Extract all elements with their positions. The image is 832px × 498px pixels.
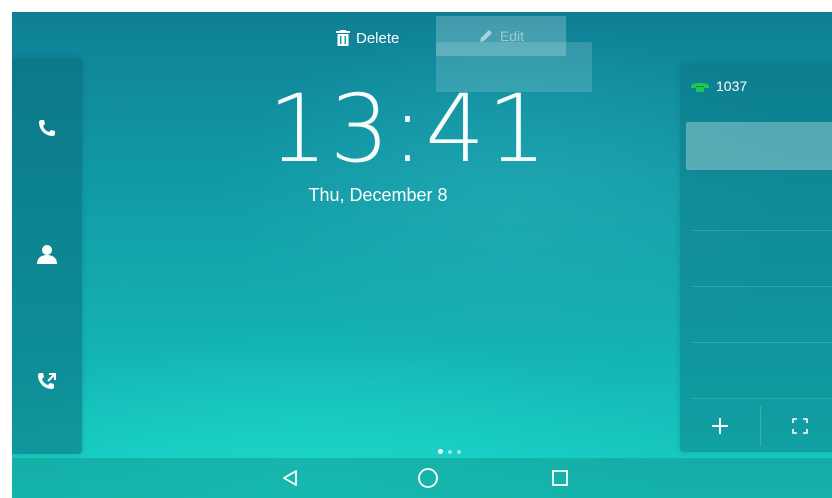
- recents-icon: [552, 470, 568, 486]
- page-dot[interactable]: [457, 449, 461, 454]
- widget-edit-menu: Delete Edit: [332, 16, 566, 56]
- edit-label: Edit: [499, 28, 525, 44]
- trash-icon: [336, 30, 350, 46]
- home-screen: Delete Edit 13:41 Thu, December 8 1037: [12, 12, 832, 498]
- call-history-shortcut-button[interactable]: [12, 352, 82, 412]
- contact-icon: [37, 245, 57, 264]
- fullscreen-icon: [792, 418, 808, 434]
- divider: [692, 286, 832, 287]
- divider: [692, 342, 832, 343]
- phone-handset-icon: [691, 83, 709, 92]
- back-button[interactable]: [260, 458, 320, 498]
- delete-label: Delete: [356, 29, 400, 47]
- panel-actions: [680, 400, 832, 452]
- clock-date: Thu, December 8: [308, 185, 448, 205]
- directory-shortcut-button[interactable]: [12, 224, 82, 284]
- pencil-icon: [479, 30, 492, 42]
- navigation-bar: [12, 458, 832, 498]
- expand-button[interactable]: [760, 400, 832, 452]
- add-line-key-button[interactable]: [680, 400, 760, 452]
- page-dot-active[interactable]: [438, 449, 443, 454]
- clock-time: 13:41: [268, 75, 549, 184]
- phone-shortcut-button[interactable]: [12, 98, 82, 158]
- empty-line-key[interactable]: [686, 122, 832, 170]
- recents-button[interactable]: [530, 458, 590, 498]
- home-icon: [418, 468, 438, 488]
- edit-button[interactable]: Edit: [436, 16, 566, 56]
- phone-frame: Delete Edit 13:41 Thu, December 8 1037: [0, 0, 832, 498]
- delete-button[interactable]: Delete: [332, 23, 403, 53]
- page-indicator: [438, 449, 461, 454]
- page-dot[interactable]: [448, 449, 452, 454]
- divider: [692, 230, 832, 231]
- left-shortcut-panel: [12, 58, 82, 454]
- divider: [692, 398, 832, 399]
- plus-icon: [712, 418, 728, 434]
- line-key-label: 1037: [716, 78, 748, 94]
- call-history-icon: [38, 373, 56, 389]
- back-icon: [283, 470, 297, 486]
- phone-icon: [39, 120, 55, 136]
- line-key-1037[interactable]: 1037: [690, 78, 747, 94]
- line-key-panel: 1037: [680, 64, 832, 452]
- home-button[interactable]: [398, 458, 458, 498]
